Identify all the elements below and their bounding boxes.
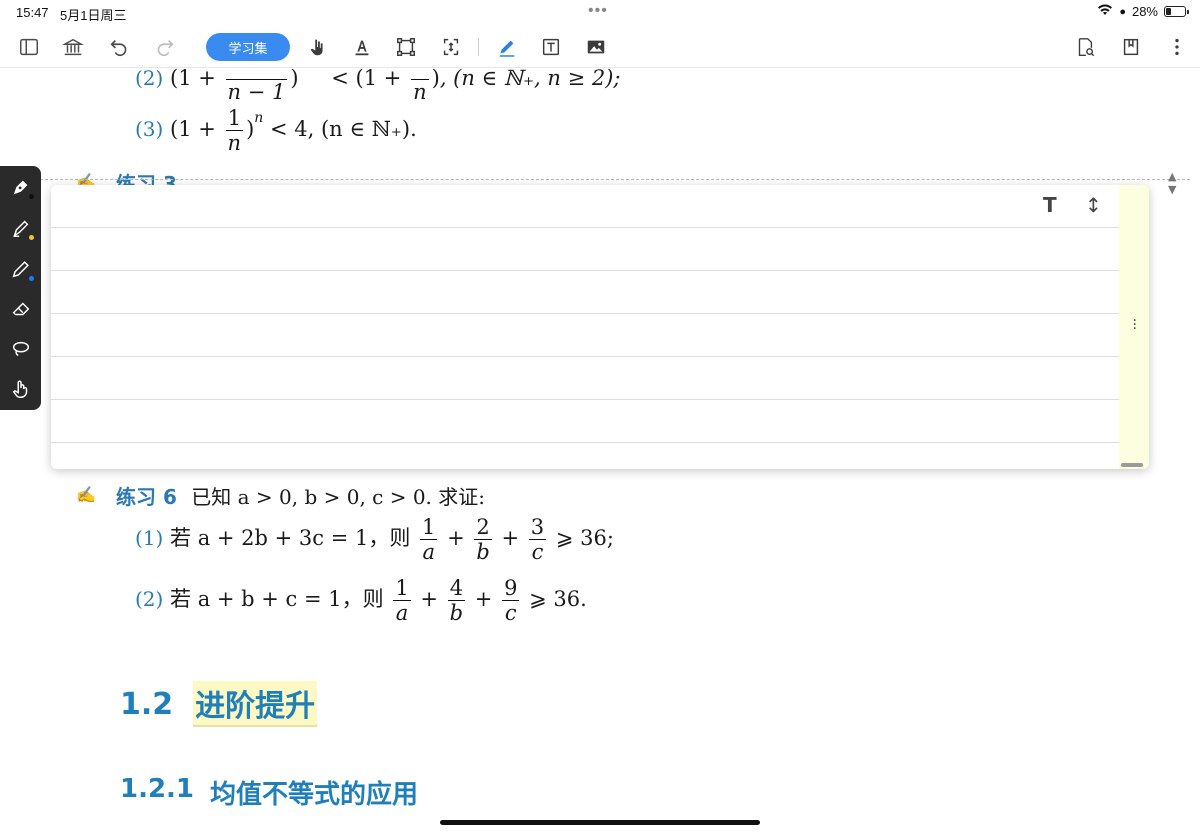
subsection-title: 均值不等式的应用 — [210, 780, 419, 810]
battery-icon — [1164, 6, 1189, 17]
section-title: 进阶提升 — [193, 681, 318, 727]
ruled-line — [51, 313, 1119, 314]
status-right: ● 28% — [1097, 4, 1189, 19]
multitask-dots-icon[interactable]: ••• — [588, 2, 608, 20]
insert-guide-line — [30, 179, 1190, 180]
text-box-panel[interactable]: T ↕ · · · — [51, 185, 1149, 469]
resize-handle[interactable] — [1121, 463, 1143, 467]
highlighter-icon[interactable] — [6, 213, 36, 243]
search-doc-icon[interactable] — [1072, 34, 1098, 60]
fraction: n − 1 — [225, 79, 288, 104]
subsection-number: 1.2.1 — [120, 774, 195, 804]
math-text: 若 a + b + c = 1，则 — [170, 587, 384, 611]
home-indicator[interactable] — [440, 820, 760, 825]
item-number: (2) — [135, 66, 164, 90]
battery-percent: 28% — [1131, 4, 1158, 19]
color-dot — [29, 276, 34, 281]
pen-palette — [0, 166, 41, 410]
math-text: (1 + — [170, 117, 216, 141]
status-time: 15:47 — [16, 5, 49, 20]
exercise-6-part-1: (1) 若 a + 2b + 3c = 1，则 1a + 2b + 3c ⩾ 3… — [135, 515, 614, 564]
guide-handle-icon[interactable]: ▲ ▼ — [1168, 170, 1176, 196]
section-number: 1.2 — [120, 686, 174, 722]
item-number: (3) — [135, 117, 164, 141]
math-text: 若 a + 2b + 3c = 1，则 — [170, 526, 411, 550]
math-text: , (n ∈ ℕ₊, n ≥ 2); — [439, 66, 621, 90]
inequality-item-3: (3) (1 + 1 n)n < 4, (n ∈ ℕ₊). — [135, 106, 417, 155]
status-date: 5月1日周三 — [60, 8, 127, 23]
math-text: (1 + — [170, 66, 216, 90]
subsection-heading: 1.2.1 均值不等式的应用 — [120, 774, 418, 811]
eraser-icon[interactable] — [6, 294, 36, 324]
exercise-6-heading: 练习 6 已知 a > 0, b > 0, c > 0. 求证: — [116, 481, 485, 510]
ruled-line — [51, 227, 1119, 228]
math-text: < (1 + — [331, 66, 402, 90]
drag-handle-icon[interactable]: · · · — [1133, 314, 1137, 336]
fraction: 1n — [225, 106, 244, 155]
undo-icon[interactable] — [106, 34, 132, 60]
math-text: < 4, (n ∈ ℕ₊). — [270, 117, 417, 141]
annotation-pencil-icon: ✍ — [76, 485, 96, 504]
ruled-line — [51, 356, 1119, 357]
color-dot — [29, 194, 34, 199]
lasso-icon[interactable] — [6, 334, 36, 364]
section-heading: 1.2 进阶提升 — [120, 681, 318, 727]
resize-vertical-icon[interactable]: ↕ — [1085, 193, 1102, 217]
exercise-label: 练习 6 — [116, 485, 177, 509]
color-dot — [29, 235, 34, 240]
fountain-pen-icon[interactable] — [6, 172, 36, 202]
bookmark-icon[interactable] — [1118, 34, 1144, 60]
sidebar-icon[interactable] — [16, 34, 42, 60]
text-format-icon[interactable]: T — [1043, 193, 1057, 217]
pencil-icon[interactable] — [6, 254, 36, 284]
ruled-line — [51, 270, 1119, 271]
more-icon[interactable] — [1164, 34, 1190, 60]
status-bar: 15:47 5月1日周三 ••• ● 28% — [0, 0, 1200, 24]
library-icon[interactable] — [60, 34, 86, 60]
ruled-line — [51, 442, 1119, 443]
wifi-icon — [1097, 4, 1113, 19]
fraction: n — [411, 79, 429, 104]
ruled-line — [51, 399, 1119, 400]
touch-icon[interactable] — [6, 374, 36, 404]
inequality-item-2: (2) (1 + n − 1) < (1 + n), (n ∈ ℕ₊, n ≥ … — [135, 55, 621, 104]
exercise-statement: 已知 a > 0, b > 0, c > 0. 求证: — [191, 485, 486, 509]
toolbar-separator — [478, 38, 479, 56]
lock-rotation-icon: ● — [1119, 5, 1126, 18]
exercise-6-part-2: (2) 若 a + b + c = 1，则 1a + 4b + 9c ⩾ 36. — [135, 576, 587, 625]
